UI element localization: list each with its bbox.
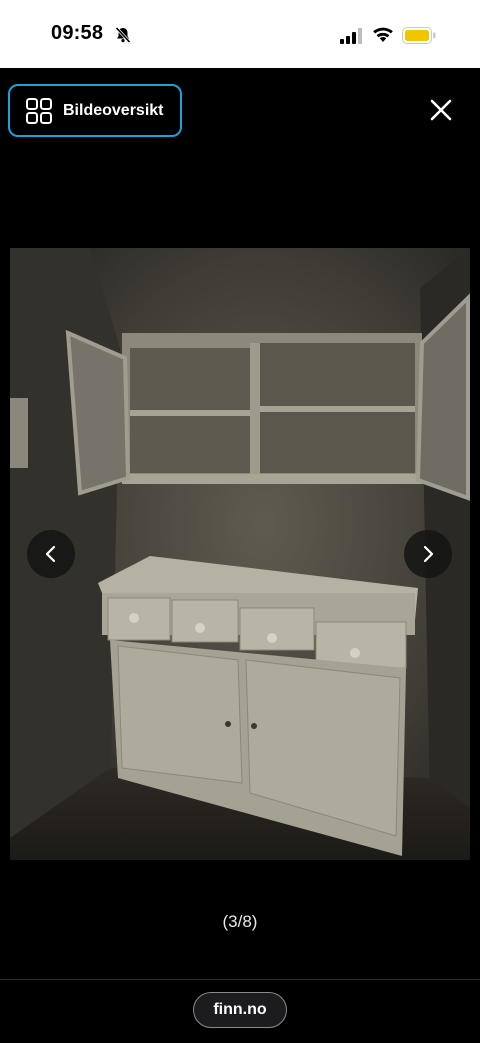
wifi-icon [373,27,393,42]
close-icon[interactable] [428,97,454,123]
cellular-signal-icon [340,28,362,44]
listing-photo [10,248,470,860]
battery-icon [402,27,436,44]
bell-slash-icon [115,26,131,44]
chevron-left-icon [45,545,56,563]
image-overview-label: Bildeoversikt [63,101,164,119]
footer-divider [0,979,480,980]
grid-icon [26,97,52,124]
previous-image-button[interactable] [27,530,75,578]
site-url-pill[interactable]: finn.no [193,992,287,1028]
status-bar: 09:58 [0,0,480,68]
image-counter: (3/8) [222,912,258,931]
chevron-right-icon [423,545,434,563]
next-image-button[interactable] [404,530,452,578]
image-overview-button[interactable]: Bildeoversikt [8,84,182,137]
status-time: 09:58 [51,22,104,44]
